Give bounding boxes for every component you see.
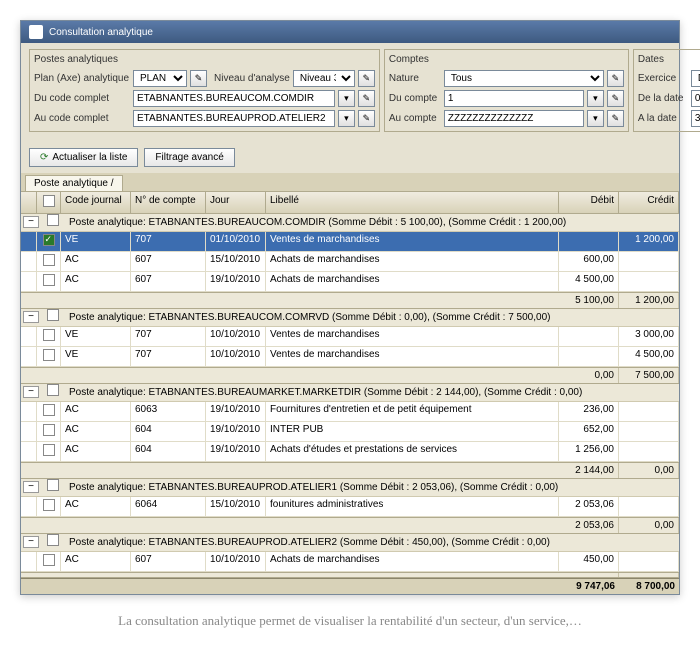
tabstrip: Poste analytique / [21, 173, 679, 191]
input-du-code[interactable] [133, 90, 335, 107]
edit-au-code-icon[interactable]: ✎ [358, 110, 375, 127]
table-row[interactable]: AC60419/10/2010INTER PUB652,00 [21, 422, 679, 442]
drop-au-code-icon[interactable]: ▾ [338, 110, 355, 127]
filter-button[interactable]: Filtrage avancé [144, 148, 234, 167]
group-comptes: Comptes Nature Tous ✎ Du compte ▾ ✎ Au c… [384, 49, 629, 132]
titlebar: Consultation analytique [21, 21, 679, 43]
tab-poste[interactable]: Poste analytique / [25, 175, 123, 191]
row-checkbox[interactable] [43, 404, 55, 416]
group-sum-row: 2 144,000,00 [21, 462, 679, 479]
table-row[interactable]: AC606319/10/2010Fournitures d'entretien … [21, 402, 679, 422]
select-plan[interactable]: PLAN : [133, 70, 187, 87]
collapse-icon[interactable]: − [23, 536, 39, 548]
filter-panel: Postes analytiques Plan (Axe) analytique… [21, 43, 679, 142]
legend-postes: Postes analytiques [34, 54, 375, 65]
label-plan: Plan (Axe) analytique [34, 73, 130, 84]
grand-debit: 9 747,06 [559, 579, 619, 594]
input-a-date[interactable] [691, 110, 700, 127]
col-debit[interactable]: Débit [559, 192, 619, 213]
table-row[interactable]: AC60710/10/2010Achats de marchandises450… [21, 552, 679, 572]
label-de-date: De la date [638, 93, 688, 104]
input-au-compte[interactable] [444, 110, 584, 127]
collapse-icon[interactable]: − [23, 481, 39, 493]
edit-niveau-icon[interactable]: ✎ [358, 70, 375, 87]
group-header-row[interactable]: −Poste analytique: ETABNANTES.BUREAUPROD… [21, 479, 679, 497]
col-code-journal[interactable]: Code journal [61, 192, 131, 213]
col-checkbox[interactable] [37, 192, 61, 213]
collapse-icon[interactable]: − [23, 216, 39, 228]
row-checkbox[interactable] [43, 424, 55, 436]
grand-credit: 8 700,00 [619, 579, 679, 594]
edit-nature-icon[interactable]: ✎ [607, 70, 624, 87]
grid-body: −Poste analytique: ETABNANTES.BUREAUCOM.… [21, 214, 679, 578]
app-icon [29, 25, 43, 39]
select-nature[interactable]: Tous [444, 70, 604, 87]
group-sum-row: 5 100,001 200,00 [21, 292, 679, 309]
table-row[interactable]: AC60715/10/2010Achats de marchandises600… [21, 252, 679, 272]
group-sum-row: 2 053,060,00 [21, 517, 679, 534]
input-du-compte[interactable] [444, 90, 584, 107]
label-du-code: Du code complet [34, 93, 130, 104]
col-num-compte[interactable]: N° de compte [131, 192, 206, 213]
group-dates: Dates Exercice Du 01/01/10 au 31/12/10 ✎… [633, 49, 700, 132]
row-checkbox[interactable] [43, 349, 55, 361]
select-exercice[interactable]: Du 01/01/10 au 31/12/10 [691, 70, 700, 87]
select-niveau[interactable]: Niveau 3 [293, 70, 355, 87]
group-header-row[interactable]: −Poste analytique: ETABNANTES.BUREAUMARK… [21, 384, 679, 402]
collapse-icon[interactable]: − [23, 311, 39, 323]
edit-plan-icon[interactable]: ✎ [190, 70, 207, 87]
row-checkbox[interactable] [43, 254, 55, 266]
col-jour[interactable]: Jour [206, 192, 266, 213]
label-nature: Nature [389, 73, 441, 84]
label-a-date: A la date [638, 113, 688, 124]
label-au-code: Au code complet [34, 113, 130, 124]
drop-du-code-icon[interactable]: ▾ [338, 90, 355, 107]
row-checkbox[interactable] [43, 499, 55, 511]
label-du-compte: Du compte [389, 93, 441, 104]
table-row[interactable]: VE70710/10/2010Ventes de marchandises4 5… [21, 347, 679, 367]
app-window: Consultation analytique Postes analytiqu… [20, 20, 680, 595]
window-title: Consultation analytique [49, 27, 153, 38]
label-au-compte: Au compte [389, 113, 441, 124]
caption: La consultation analytique permet de vis… [20, 613, 680, 629]
row-checkbox[interactable] [43, 234, 55, 246]
collapse-icon[interactable]: − [23, 386, 39, 398]
input-de-date[interactable] [691, 90, 700, 107]
table-row[interactable]: AC60419/10/2010Achats d'études et presta… [21, 442, 679, 462]
input-au-code[interactable] [133, 110, 335, 127]
table-row[interactable]: AC60719/10/2010Achats de marchandises4 5… [21, 272, 679, 292]
label-exercice: Exercice [638, 73, 688, 84]
refresh-icon: ⟳ [40, 152, 48, 163]
drop-au-compte-icon[interactable]: ▾ [587, 110, 604, 127]
group-header-row[interactable]: −Poste analytique: ETABNANTES.BUREAUCOM.… [21, 309, 679, 327]
label-niveau: Niveau d'analyse [214, 73, 290, 84]
legend-comptes: Comptes [389, 54, 624, 65]
row-checkbox[interactable] [43, 554, 55, 566]
col-libelle[interactable]: Libellé [266, 192, 559, 213]
edit-au-compte-icon[interactable]: ✎ [607, 110, 624, 127]
refresh-button[interactable]: ⟳ Actualiser la liste [29, 148, 138, 167]
group-postes: Postes analytiques Plan (Axe) analytique… [29, 49, 380, 132]
table-row[interactable]: VE70710/10/2010Ventes de marchandises3 0… [21, 327, 679, 347]
edit-du-compte-icon[interactable]: ✎ [607, 90, 624, 107]
grand-total-row: 9 747,06 8 700,00 [21, 578, 679, 594]
col-credit[interactable]: Crédit [619, 192, 679, 213]
row-checkbox[interactable] [43, 444, 55, 456]
grid: Code journal N° de compte Jour Libellé D… [21, 191, 679, 594]
row-checkbox[interactable] [43, 329, 55, 341]
group-sum-row: 0,007 500,00 [21, 367, 679, 384]
edit-du-code-icon[interactable]: ✎ [358, 90, 375, 107]
drop-du-compte-icon[interactable]: ▾ [587, 90, 604, 107]
legend-dates: Dates [638, 54, 700, 65]
group-header-row[interactable]: −Poste analytique: ETABNANTES.BUREAUPROD… [21, 534, 679, 552]
grid-header: Code journal N° de compte Jour Libellé D… [21, 192, 679, 214]
row-checkbox[interactable] [43, 274, 55, 286]
table-row[interactable]: VE70701/10/2010Ventes de marchandises1 2… [21, 232, 679, 252]
table-row[interactable]: AC606415/10/2010founitures administrativ… [21, 497, 679, 517]
toolbar: ⟳ Actualiser la liste Filtrage avancé [21, 142, 679, 173]
group-header-row[interactable]: −Poste analytique: ETABNANTES.BUREAUCOM.… [21, 214, 679, 232]
